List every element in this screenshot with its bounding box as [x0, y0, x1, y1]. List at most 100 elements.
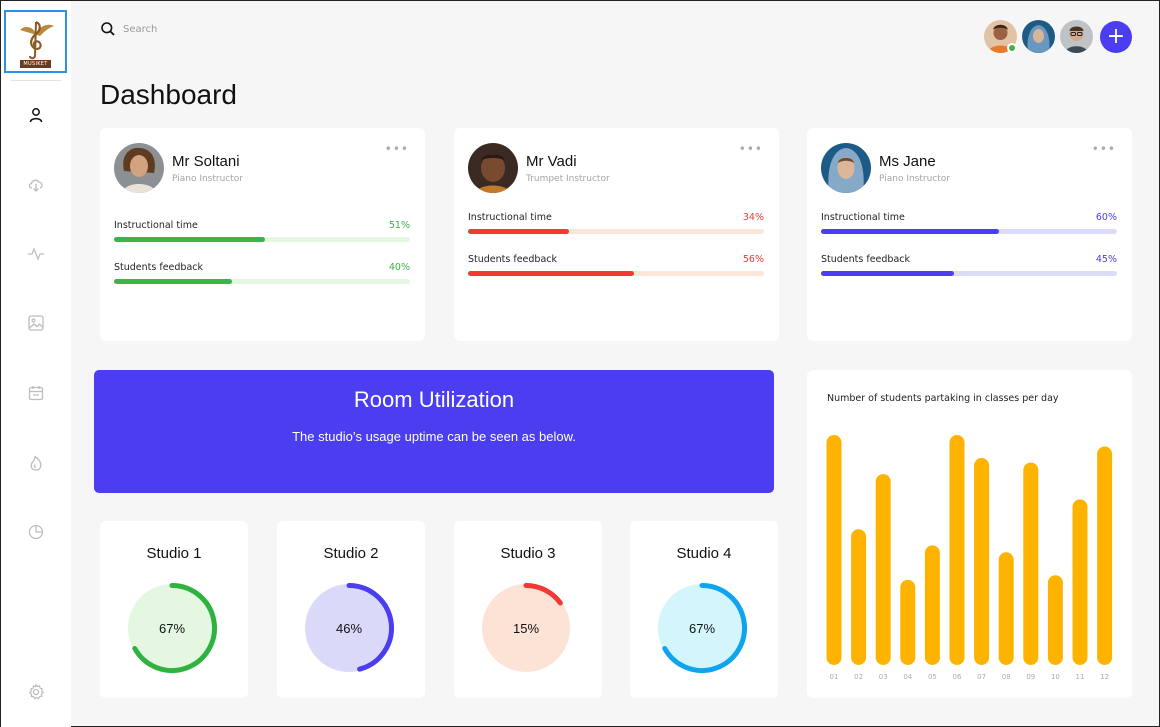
chart-bar-05 — [924, 545, 940, 665]
chart-tick-label-07: 07 — [977, 673, 986, 681]
progress-track — [821, 271, 1117, 276]
instructor-card[interactable]: Mr Soltani Piano Instructor ••• Instruct… — [100, 128, 425, 341]
download-cloud-icon — [28, 179, 43, 192]
sidebar-item-settings[interactable] — [25, 681, 47, 703]
progress-fill — [114, 279, 233, 284]
metric-label: Instructional time — [821, 212, 905, 223]
chart-bar-04 — [900, 579, 916, 665]
more-options-icon[interactable]: ••• — [739, 142, 763, 156]
chart-tick-label-09: 09 — [1026, 673, 1035, 681]
studio-title: Studio 4 — [676, 545, 732, 562]
chart-bar-02 — [851, 529, 867, 665]
pie-chart-icon — [28, 524, 44, 540]
calendar-icon — [28, 386, 44, 401]
more-options-icon[interactable]: ••• — [1092, 142, 1116, 156]
chart-tick-label-05: 05 — [928, 673, 937, 681]
instructor-photo — [114, 143, 164, 193]
studio-percent: 67% — [158, 620, 186, 636]
metric-label: Instructional time — [468, 212, 552, 223]
sidebar-item-gallery[interactable] — [25, 312, 47, 334]
instructor-photo — [468, 143, 518, 193]
chart-tick-label-02: 02 — [854, 673, 863, 681]
studio-title: Studio 2 — [323, 545, 379, 562]
progress-track — [468, 271, 764, 276]
avatar-2[interactable] — [1022, 20, 1055, 53]
sidebar-item-profile[interactable] — [25, 104, 47, 126]
settings-icon — [28, 683, 45, 700]
studio-card[interactable]: Studio 3 15% — [454, 521, 602, 698]
instructor-card[interactable]: Ms Jane Piano Instructor ••• Instruction… — [807, 128, 1132, 341]
metric-instructional-time: Instructional time 60% — [821, 212, 1117, 234]
chart-bar-09 — [1023, 462, 1039, 665]
studio-title: Studio 3 — [500, 545, 556, 562]
sidebar-item-downloads[interactable] — [25, 173, 47, 195]
add-button[interactable]: + — [1100, 21, 1132, 53]
chart-tick-label-08: 08 — [1002, 673, 1011, 681]
metric-students-feedback: Students feedback 45% — [821, 254, 1117, 276]
room-utilization-banner: Room Utilization The studio’s usage upti… — [94, 370, 774, 493]
instructor-name: Mr Soltani — [172, 153, 240, 170]
metric-percent: 51% — [388, 220, 410, 231]
metric-label: Students feedback — [468, 254, 558, 265]
more-options-icon[interactable]: ••• — [385, 142, 409, 156]
metric-students-feedback: Students feedback 40% — [114, 262, 410, 284]
studio-percent: 67% — [688, 620, 716, 636]
banner-title: Room Utilization — [353, 387, 515, 412]
user-icon — [29, 108, 43, 123]
studio-card[interactable]: Studio 4 67% — [630, 521, 778, 698]
instructor-photo — [821, 143, 871, 193]
sidebar-item-activity[interactable] — [25, 243, 47, 265]
search-input[interactable]: Search — [123, 24, 157, 35]
metric-percent: 60% — [1095, 212, 1117, 223]
fire-icon — [30, 455, 42, 471]
studio-percent: 46% — [335, 620, 363, 636]
chart-bar-01 — [826, 435, 842, 665]
metric-percent: 40% — [388, 262, 410, 273]
instructor-name: Ms Jane — [879, 153, 936, 170]
chart-bar-06 — [949, 435, 965, 665]
studio-card[interactable]: Studio 1 67% — [100, 521, 248, 698]
instructor-role: Piano Instructor — [172, 174, 243, 184]
progress-fill — [468, 229, 569, 234]
chart-bar-07 — [974, 458, 990, 665]
studio-title: Studio 1 — [146, 545, 202, 562]
students-per-day-chart: 01 02 03 04 05 06 07 08 09 10 11 12 Number of stude… — [807, 370, 1132, 698]
sidebar: MUSIKET — [1, 1, 71, 727]
metric-percent: 56% — [742, 254, 764, 265]
sidebar-item-calendar[interactable] — [25, 382, 47, 404]
chart-bar-11 — [1072, 499, 1088, 665]
instructor-role: Trumpet Instructor — [526, 174, 610, 184]
studio-card[interactable]: Studio 2 46% — [277, 521, 425, 698]
metric-percent: 45% — [1095, 254, 1117, 265]
chart-tick-label-12: 12 — [1100, 673, 1109, 681]
metric-label: Instructional time — [114, 220, 198, 231]
banner-subtitle: The studio’s usage uptime can be seen as… — [292, 429, 576, 444]
studio-percent: 15% — [512, 620, 540, 636]
progress-fill — [821, 229, 999, 234]
metric-label: Students feedback — [821, 254, 911, 265]
search-bar[interactable]: Search — [100, 21, 157, 37]
instructor-name: Mr Vadi — [526, 153, 577, 170]
chart-tick-label-03: 03 — [879, 673, 888, 681]
metric-instructional-time: Instructional time 34% — [468, 212, 764, 234]
progress-track — [821, 229, 1117, 234]
progress-track — [114, 279, 410, 284]
chart-tick-label-04: 04 — [903, 673, 912, 681]
sidebar-item-trending[interactable] — [25, 452, 47, 474]
progress-track — [114, 237, 410, 242]
metric-label: Students feedback — [114, 262, 204, 273]
chart-tick-label-01: 01 — [830, 673, 839, 681]
chart-bar-10 — [1047, 575, 1063, 665]
bar-chart-svg: 01 02 03 04 05 06 07 08 09 10 11 12 — [826, 435, 1113, 681]
treble-clef-logo-icon — [19, 20, 54, 60]
progress-fill — [821, 271, 955, 276]
image-icon — [28, 315, 44, 331]
chart-bar-08 — [998, 552, 1014, 665]
progress-fill — [114, 237, 265, 242]
sidebar-item-reports[interactable] — [25, 521, 47, 543]
app-logo[interactable]: MUSIKET — [4, 10, 67, 73]
instructor-card[interactable]: Mr Vadi Trumpet Instructor ••• Instructi… — [454, 128, 779, 341]
avatar-3[interactable] — [1060, 20, 1093, 53]
sidebar-divider — [11, 80, 61, 81]
metric-percent: 34% — [742, 212, 764, 223]
